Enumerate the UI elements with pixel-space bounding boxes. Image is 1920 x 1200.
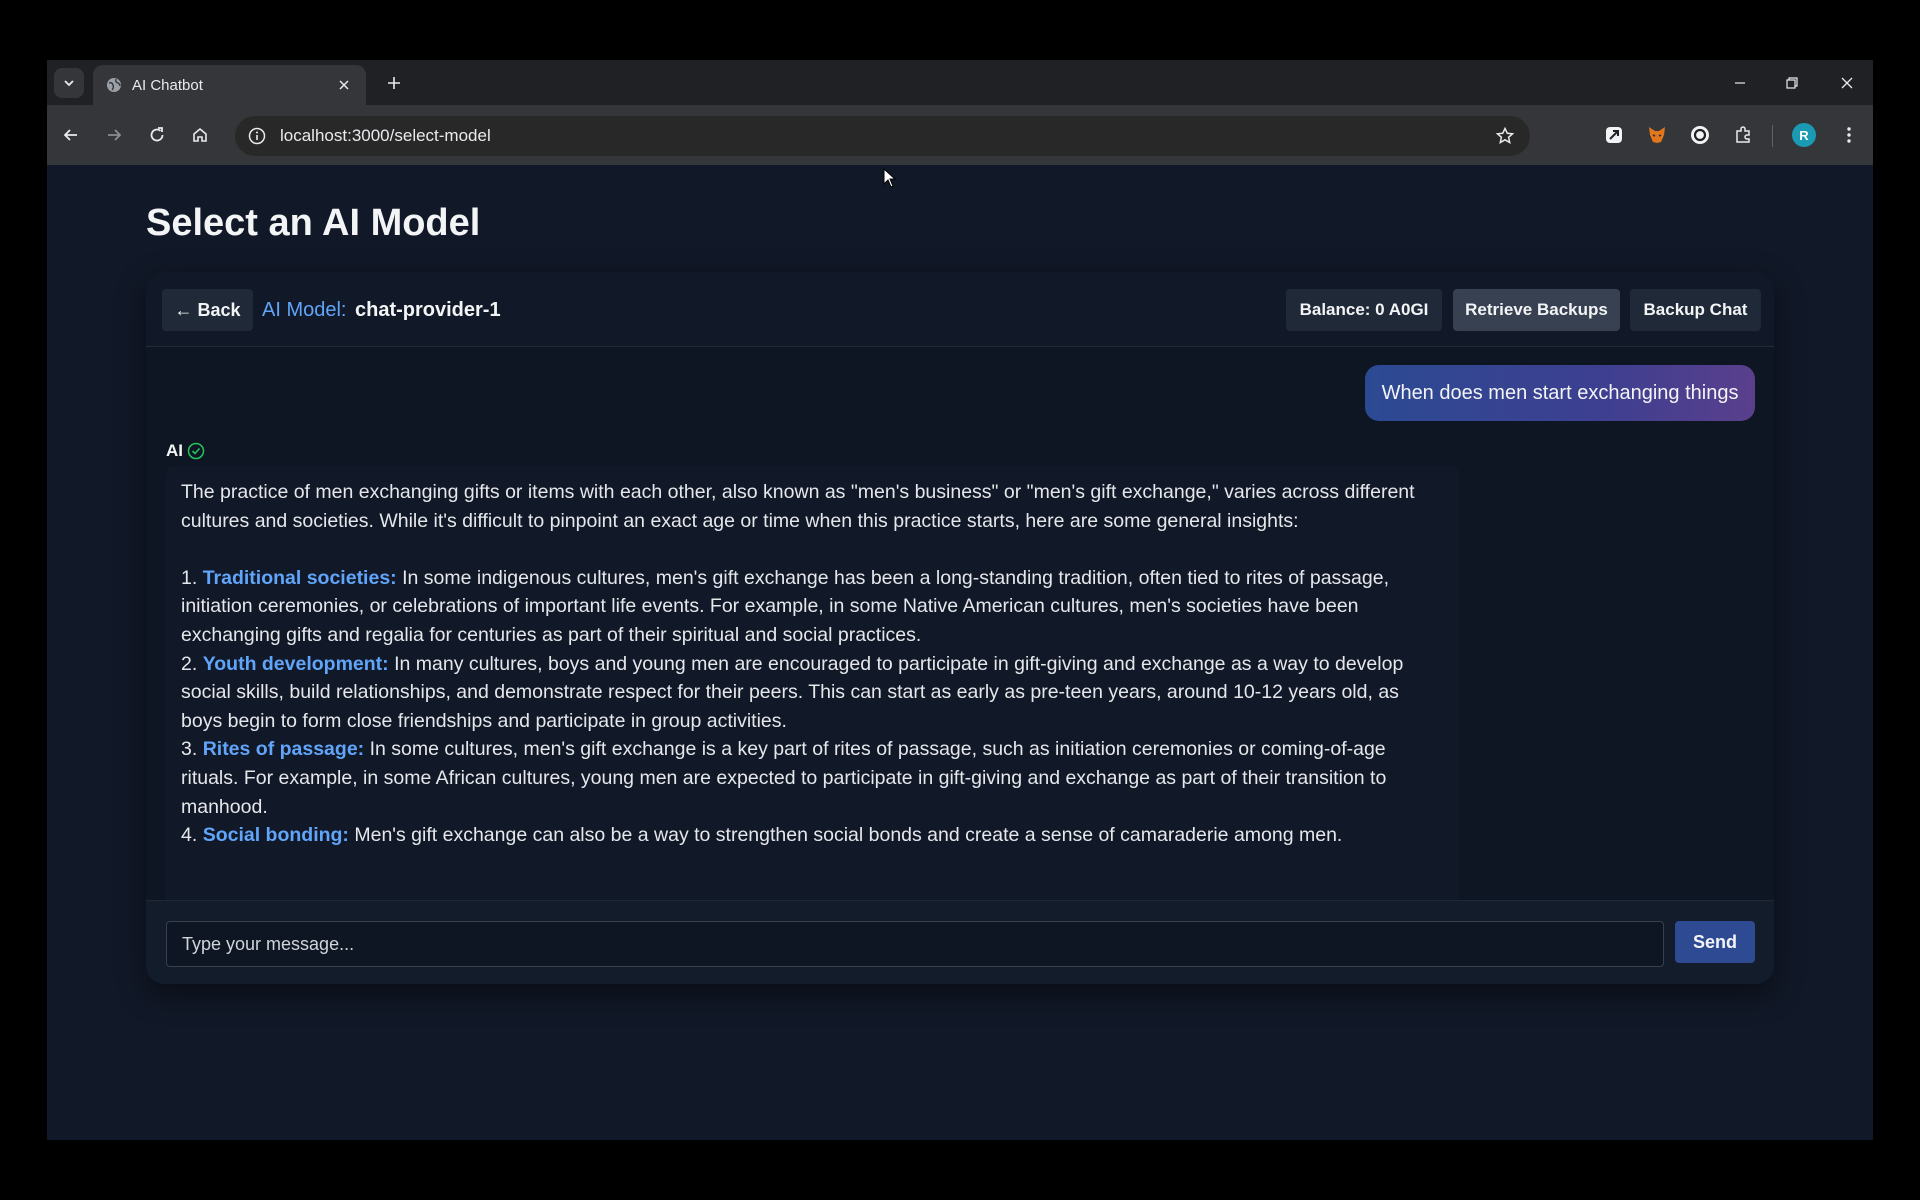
message-composer: Send — [146, 900, 1774, 984]
list-item: 2. Youth development: In many cultures, … — [181, 650, 1444, 736]
point-heading: Youth development: — [202, 652, 389, 675]
point-heading: Traditional societies: — [202, 566, 397, 589]
back-nav-button[interactable] — [54, 118, 88, 152]
tab-strip: AI Chatbot — [47, 60, 1873, 105]
menu-kebab-icon[interactable] — [1835, 121, 1863, 149]
tab-search-button[interactable] — [54, 68, 84, 98]
page-title: Select an AI Model — [146, 202, 481, 244]
ai-label-text: AI — [166, 441, 183, 460]
point-heading: Social bonding: — [202, 824, 349, 847]
user-message-bubble: When does men start exchanging things — [1365, 365, 1755, 421]
ai-intro-text: The practice of men exchanging gifts or … — [181, 481, 1415, 532]
close-tab-icon[interactable] — [334, 75, 354, 95]
restore-button[interactable] — [1767, 60, 1817, 105]
close-icon — [1841, 77, 1853, 88]
list-number: 1. — [181, 566, 198, 589]
list-number: 3. — [181, 738, 198, 761]
reload-button[interactable] — [140, 118, 174, 152]
chat-panel: ← Back AI Model: chat-provider-1 Balance… — [146, 272, 1774, 984]
minimize-icon — [1735, 81, 1745, 84]
home-button[interactable] — [183, 118, 217, 152]
model-name: chat-provider-1 — [355, 299, 501, 321]
point-heading: Rites of passage: — [202, 738, 365, 761]
home-icon — [193, 127, 207, 142]
list-number: 4. — [181, 824, 198, 847]
profile-avatar[interactable]: R — [1792, 123, 1816, 147]
message-input[interactable] — [166, 921, 1664, 967]
plus-icon — [388, 77, 400, 89]
circle-extension-icon[interactable] — [1686, 121, 1714, 149]
url-text: localhost:3000/select-model — [280, 126, 491, 145]
toolbar-separator — [1772, 125, 1773, 147]
tab-title: AI Chatbot — [132, 76, 203, 94]
fox-extension-icon[interactable] — [1643, 121, 1671, 149]
check-circle-icon — [187, 442, 205, 460]
restore-icon — [1786, 76, 1798, 89]
back-button[interactable]: ← Back — [162, 289, 253, 331]
list-item: 1. Traditional societies: In some indige… — [181, 564, 1444, 650]
page-content: Select an AI Model ← Back AI Model: chat… — [47, 165, 1873, 1140]
arrow-left-icon — [63, 129, 77, 141]
send-button[interactable]: Send — [1675, 921, 1755, 963]
globe-icon — [105, 77, 122, 94]
point-text: Men's gift exchange can also be a way to… — [354, 824, 1343, 847]
list-number: 2. — [181, 652, 198, 675]
address-bar[interactable]: localhost:3000/select-model — [235, 116, 1530, 156]
ai-sender-label: AI — [166, 441, 205, 461]
forward-nav-button[interactable] — [97, 118, 131, 152]
bookmark-star-icon[interactable] — [1490, 121, 1520, 151]
browser-window: AI Chatbot localhost:3000/select-model R… — [47, 60, 1873, 1140]
new-tab-button[interactable] — [380, 69, 408, 97]
extensions-puzzle-icon[interactable] — [1729, 121, 1757, 149]
reload-icon — [150, 127, 164, 142]
balance-badge: Balance: 0 A0GI — [1286, 289, 1442, 331]
extension-dark-icon[interactable] — [1600, 121, 1628, 149]
arrow-right-icon — [108, 129, 122, 141]
chevron-down-icon — [64, 80, 74, 87]
close-window-button[interactable] — [1822, 60, 1872, 105]
ai-message-bubble: The practice of men exchanging gifts or … — [166, 466, 1459, 926]
browser-toolbar: localhost:3000/select-model R — [47, 105, 1873, 165]
list-item: 4. Social bonding: Men's gift exchange c… — [181, 821, 1444, 850]
model-label: AI Model: — [262, 299, 347, 321]
site-info-icon[interactable] — [244, 123, 270, 149]
backup-chat-button[interactable]: Backup Chat — [1630, 289, 1761, 331]
retrieve-backups-button[interactable]: Retrieve Backups — [1453, 289, 1620, 331]
chat-header: ← Back AI Model: chat-provider-1 Balance… — [146, 272, 1774, 347]
list-item: 3. Rites of passage: In some cultures, m… — [181, 735, 1444, 821]
minimize-button[interactable] — [1715, 60, 1765, 105]
tab-ai-chatbot[interactable]: AI Chatbot — [93, 65, 366, 105]
mouse-cursor-icon — [883, 168, 897, 188]
